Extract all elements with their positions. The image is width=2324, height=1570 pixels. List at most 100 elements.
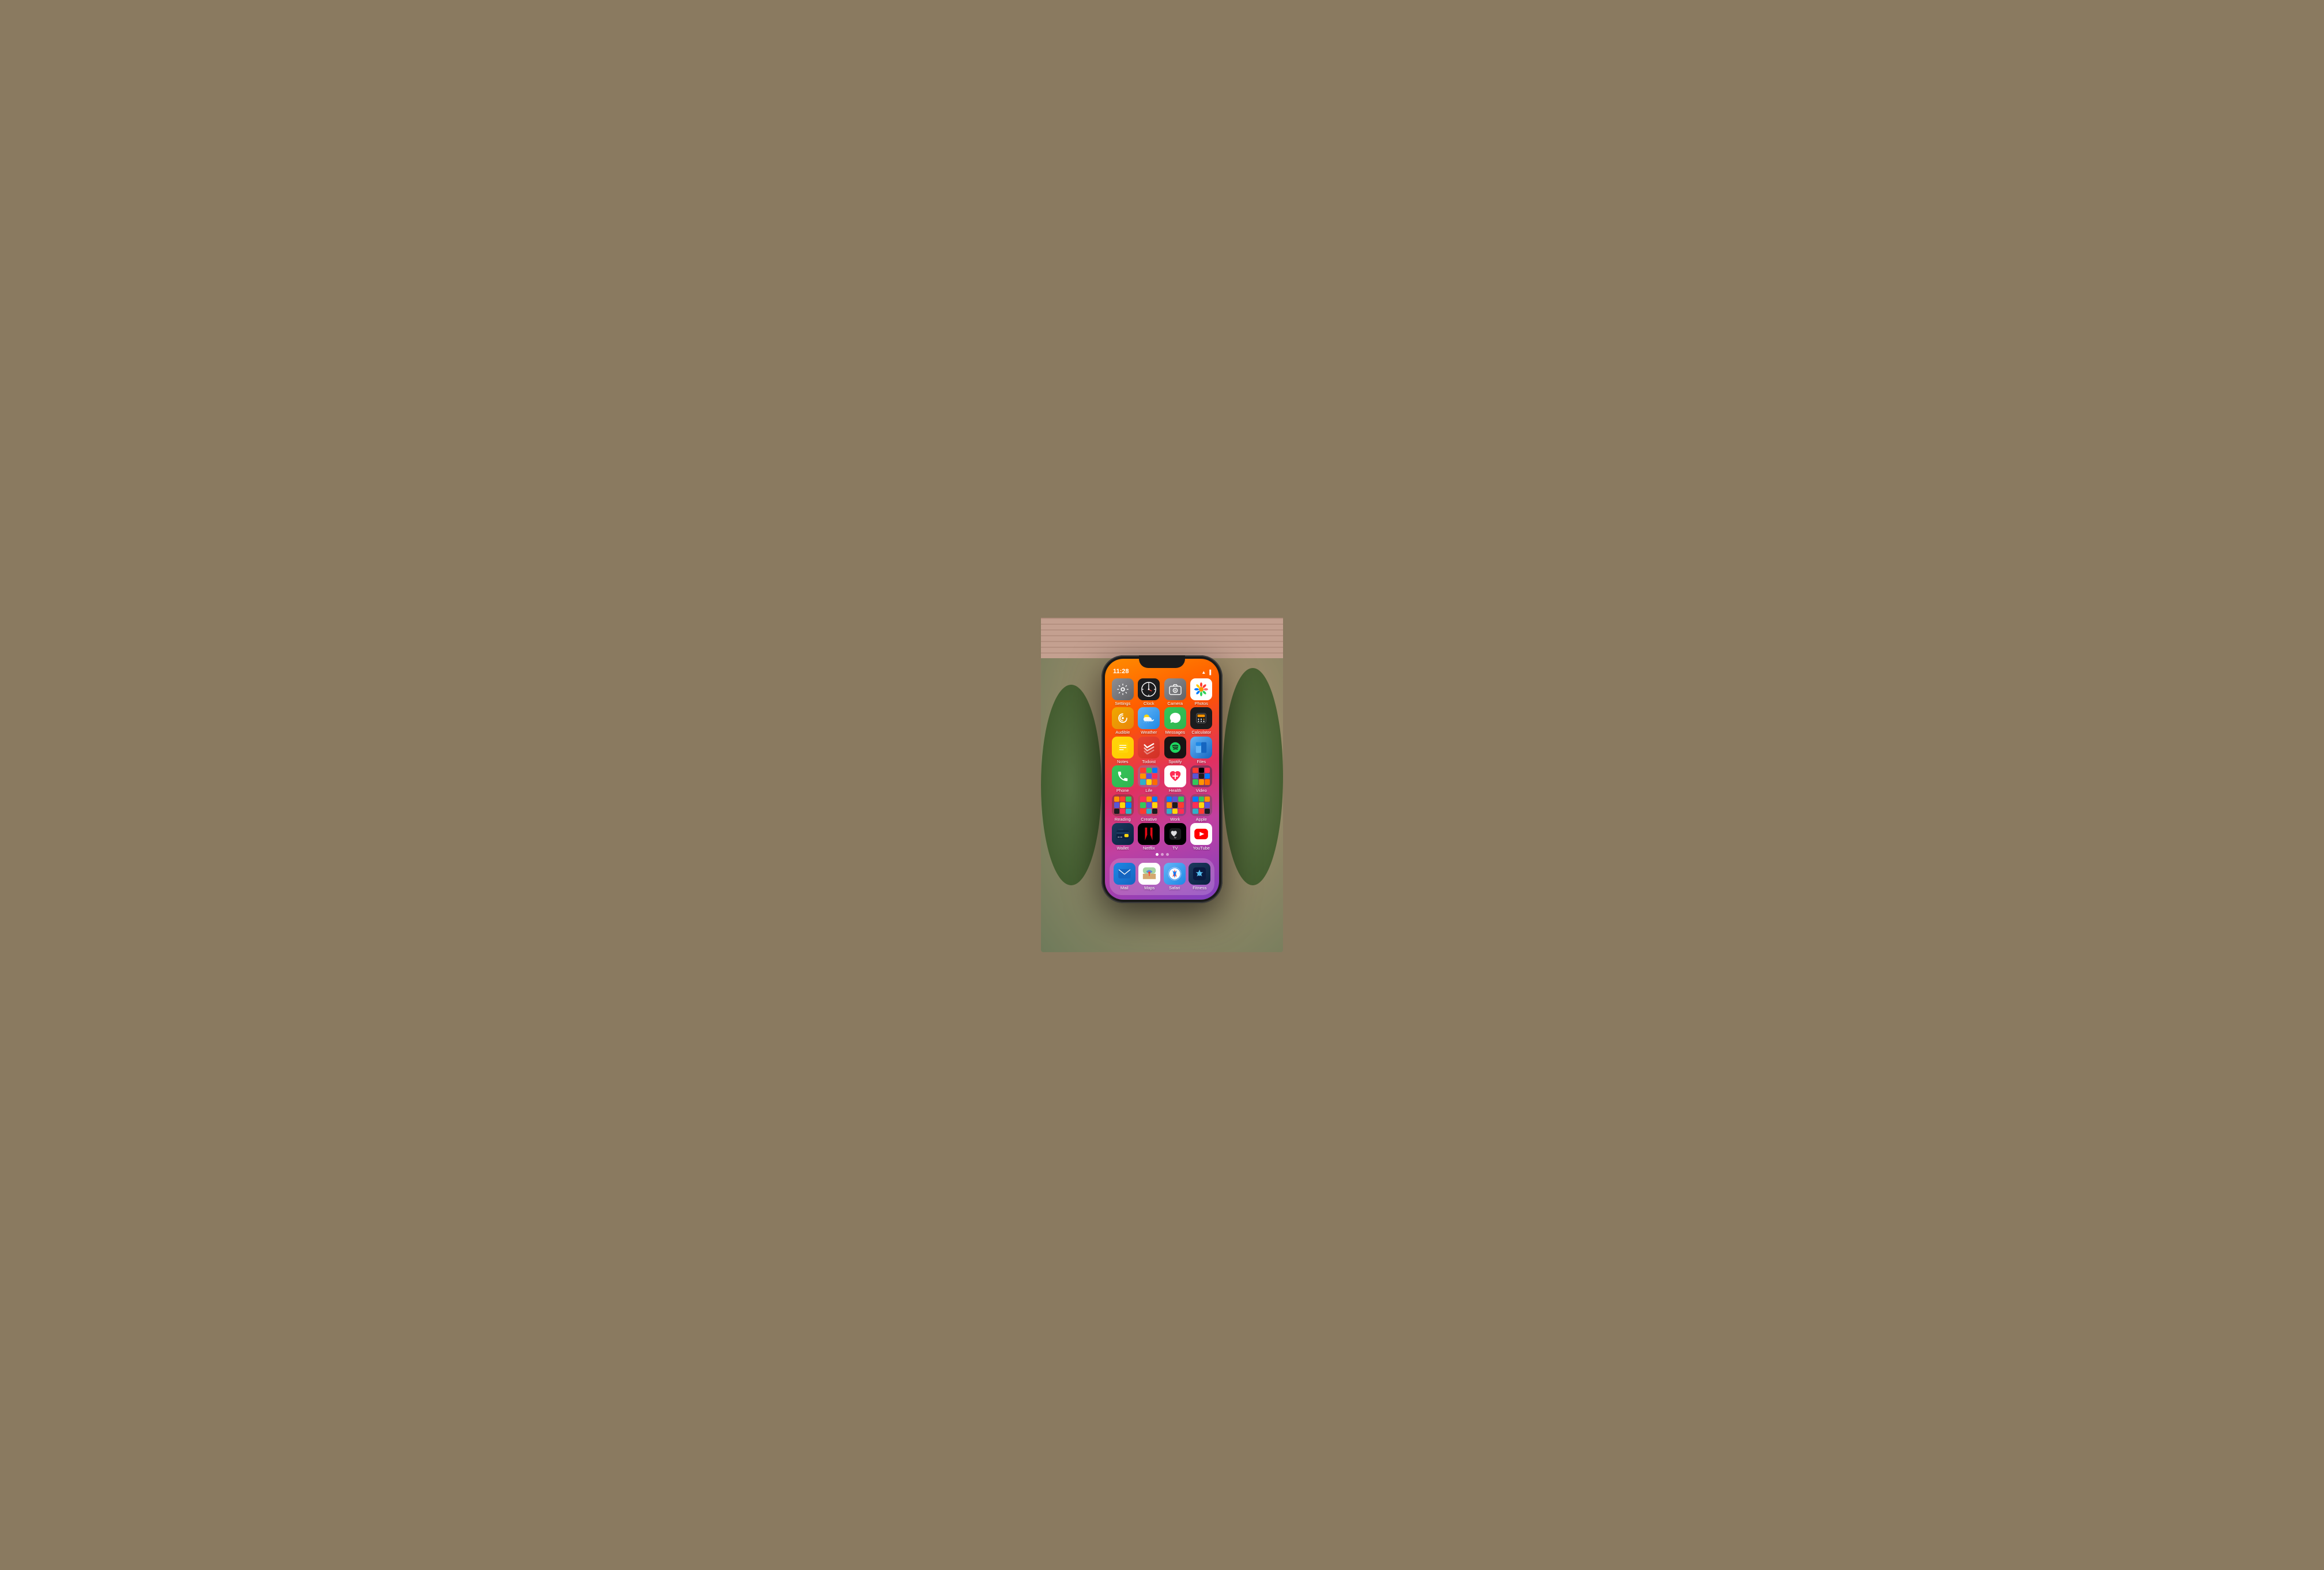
- app-row-2: Audible Weather: [1110, 707, 1214, 735]
- reading-folder-icon: [1112, 794, 1134, 816]
- app-calculator[interactable]: Calculator: [1189, 707, 1213, 735]
- app-camera[interactable]: Camera: [1163, 678, 1187, 706]
- notch: [1139, 655, 1185, 668]
- app-life-folder[interactable]: Life: [1137, 765, 1161, 793]
- app-settings[interactable]: Settings: [1111, 678, 1135, 706]
- fitness-icon: [1189, 863, 1210, 885]
- dock-app-safari[interactable]: Safari: [1163, 863, 1187, 890]
- app-reading-folder[interactable]: Reading: [1111, 794, 1135, 822]
- app-row-5: Reading: [1110, 794, 1214, 822]
- messages-icon: [1164, 707, 1186, 729]
- app-messages[interactable]: Messages: [1163, 707, 1187, 735]
- app-weather[interactable]: Weather: [1137, 707, 1161, 735]
- netflix-label: Netflix: [1143, 846, 1155, 851]
- youtube-icon: [1190, 823, 1212, 845]
- messages-label: Messages: [1165, 730, 1185, 735]
- mail-icon: [1114, 863, 1135, 885]
- life-label: Life: [1145, 788, 1152, 793]
- netflix-icon: [1138, 823, 1160, 845]
- maps-label: Maps: [1144, 886, 1155, 890]
- page-dots: [1105, 851, 1219, 858]
- maps-icon: [1138, 863, 1160, 885]
- app-phone[interactable]: Phone: [1111, 765, 1135, 793]
- page-dot-2: [1161, 853, 1164, 856]
- safari-icon: [1164, 863, 1186, 885]
- app-clock[interactable]: Clock: [1137, 678, 1161, 706]
- notes-label: Notes: [1117, 760, 1129, 764]
- creative-folder-icon: [1138, 794, 1160, 816]
- creative-label: Creative: [1141, 817, 1157, 822]
- dock-app-maps[interactable]: Maps: [1137, 863, 1161, 890]
- apple-folder-icon: [1190, 794, 1212, 816]
- app-wallet[interactable]: Wallet: [1111, 823, 1135, 851]
- calculator-label: Calculator: [1191, 730, 1211, 735]
- app-youtube[interactable]: YouTube: [1189, 823, 1213, 851]
- page-dot-1: [1156, 853, 1159, 856]
- app-spotify[interactable]: Spotify: [1163, 737, 1187, 764]
- app-grid: Settings: [1105, 676, 1219, 851]
- work-folder-icon: [1164, 794, 1186, 816]
- camera-icon: [1164, 678, 1186, 700]
- dock-app-fitness[interactable]: Fitness: [1187, 863, 1212, 890]
- app-row-6: Wallet Netflix: [1110, 823, 1214, 851]
- page-dot-3: [1166, 853, 1169, 856]
- battery-icon: ▐: [1208, 670, 1211, 675]
- dock-app-mail[interactable]: Mail: [1112, 863, 1137, 890]
- iphone: 11:28 ▲ ▐: [1101, 655, 1223, 903]
- app-row-1: Settings: [1110, 678, 1214, 706]
- spotify-label: Spotify: [1168, 760, 1182, 764]
- photos-label: Photos: [1195, 701, 1208, 706]
- files-label: Files: [1197, 760, 1206, 764]
- settings-label: Settings: [1115, 701, 1130, 706]
- apple-label: Apple: [1196, 817, 1207, 822]
- phone-label: Phone: [1116, 788, 1129, 793]
- app-files[interactable]: Files: [1189, 737, 1213, 764]
- app-audible[interactable]: Audible: [1111, 707, 1135, 735]
- app-apple-folder[interactable]: Apple: [1189, 794, 1213, 822]
- calculator-icon: [1190, 707, 1212, 729]
- appletv-label: TV: [1172, 846, 1178, 851]
- app-appletv[interactable]: tv TV: [1163, 823, 1187, 851]
- video-folder-icon: [1190, 765, 1212, 787]
- app-notes[interactable]: Notes: [1111, 737, 1135, 764]
- todoist-label: Todoist: [1142, 760, 1156, 764]
- clock-icon: [1138, 678, 1160, 700]
- notes-icon: [1112, 737, 1134, 758]
- settings-icon: [1112, 678, 1134, 700]
- app-photos[interactable]: Photos: [1189, 678, 1213, 706]
- weather-icon: [1138, 707, 1160, 729]
- clock-label: Clock: [1144, 701, 1155, 706]
- appletv-icon: tv: [1164, 823, 1186, 845]
- work-label: Work: [1170, 817, 1180, 822]
- audible-icon: [1112, 707, 1134, 729]
- app-work-folder[interactable]: Work: [1163, 794, 1187, 822]
- phone-icon: [1112, 765, 1134, 787]
- app-video-folder[interactable]: Video: [1189, 765, 1213, 793]
- app-row-3: Notes Todoist: [1110, 737, 1214, 764]
- safari-label: Safari: [1169, 886, 1180, 890]
- app-todoist[interactable]: Todoist: [1137, 737, 1161, 764]
- spotify-icon: [1164, 737, 1186, 758]
- files-icon: [1190, 737, 1212, 758]
- app-row-4: Phone: [1110, 765, 1214, 793]
- app-creative-folder[interactable]: Creative: [1137, 794, 1161, 822]
- life-folder-icon: [1138, 765, 1160, 787]
- dock: Mail Map: [1110, 858, 1214, 895]
- wallet-icon: [1112, 823, 1134, 845]
- phone-in-hand: 11:28 ▲ ▐: [1041, 618, 1283, 952]
- scene: 11:28 ▲ ▐: [1041, 618, 1283, 952]
- status-time: 11:28: [1113, 668, 1129, 675]
- health-label: Health: [1169, 788, 1182, 793]
- app-health[interactable]: Health: [1163, 765, 1187, 793]
- wallet-label: Wallet: [1116, 846, 1129, 851]
- youtube-label: YouTube: [1193, 846, 1210, 851]
- photos-icon: [1190, 678, 1212, 700]
- status-icons: ▲ ▐: [1201, 670, 1211, 675]
- todoist-icon: [1138, 737, 1160, 758]
- reading-label: Reading: [1115, 817, 1131, 822]
- mail-label: Mail: [1120, 886, 1129, 890]
- app-netflix[interactable]: Netflix: [1137, 823, 1161, 851]
- audible-label: Audible: [1115, 730, 1130, 735]
- health-icon: [1164, 765, 1186, 787]
- video-label: Video: [1196, 788, 1207, 793]
